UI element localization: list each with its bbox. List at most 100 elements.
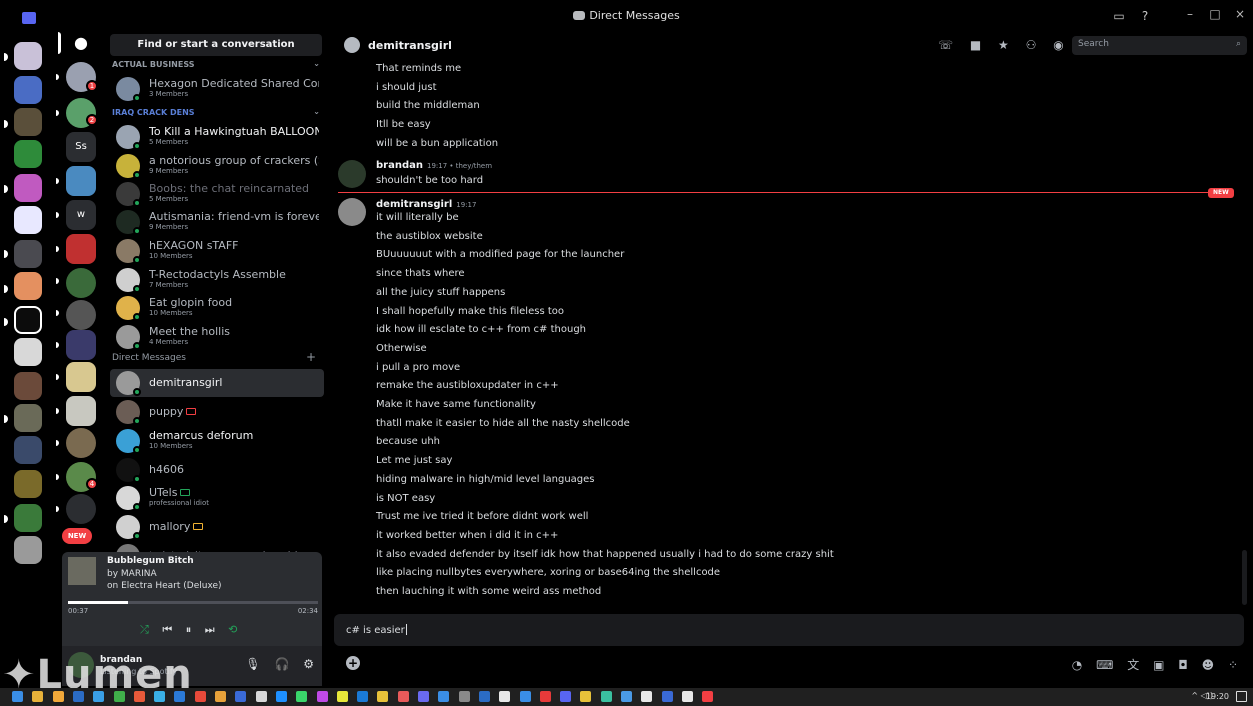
server-icon[interactable] <box>14 140 42 168</box>
server-icon[interactable] <box>14 174 42 202</box>
gear-icon[interactable]: ⚙ <box>303 657 314 671</box>
taskbar-app-icon[interactable] <box>72 691 84 702</box>
server-icon[interactable] <box>14 536 42 564</box>
taskbar-app-icon[interactable] <box>113 691 125 702</box>
server-icon[interactable] <box>66 428 96 458</box>
taskbar-app-icon[interactable] <box>32 691 44 702</box>
group-dm-item[interactable]: Boobs: the chat reincarnated 5 Members <box>110 180 324 208</box>
group-dm-item[interactable]: Hexagon Dedicated Shared Com...3 Members <box>110 75 324 103</box>
group-dm-item[interactable]: Meet the hollis 4 Members <box>110 323 324 351</box>
taskbar-app-icon[interactable] <box>154 691 166 702</box>
message-author[interactable]: demitransgirl 19:17 <box>376 199 476 210</box>
server-icon-ss[interactable]: Ss <box>66 132 96 162</box>
add-dm-icon[interactable]: + <box>306 350 316 364</box>
taskbar-app-icon[interactable] <box>133 691 145 702</box>
microphone-icon[interactable]: 🎙 <box>245 657 260 671</box>
dm-item[interactable]: h4606 <box>110 456 324 484</box>
taskbar-app-icon[interactable] <box>438 691 450 702</box>
keyboard-icon[interactable]: ⌨ <box>1096 658 1113 672</box>
server-icon[interactable] <box>14 436 42 464</box>
taskbar-app-icon[interactable] <box>336 691 348 702</box>
group-dm-item[interactable]: a notorious group of crackers (S... 9 Mem… <box>110 152 324 180</box>
taskbar-app-icon[interactable] <box>702 691 714 702</box>
avatar[interactable] <box>338 198 366 226</box>
server-icon[interactable] <box>66 166 96 196</box>
taskbar-app-icon[interactable] <box>560 691 572 702</box>
taskbar-app-icon[interactable] <box>499 691 511 702</box>
server-icon[interactable] <box>14 240 42 268</box>
taskbar-app-icon[interactable] <box>661 691 673 702</box>
dm-item[interactable]: twistedsito uwu condos chiraq <box>110 542 324 552</box>
taskbar-app-icon[interactable] <box>418 691 429 702</box>
new-badge[interactable]: NEW <box>62 528 92 544</box>
avatar[interactable] <box>344 37 360 53</box>
server-icon[interactable] <box>14 404 42 432</box>
add-attachment-icon[interactable]: + <box>346 656 360 670</box>
taskbar-app-icon[interactable] <box>275 691 287 702</box>
profile-icon[interactable]: ◉ <box>1053 38 1063 52</box>
taskbar-app-icon[interactable] <box>296 691 308 702</box>
taskbar-app-icon[interactable] <box>621 691 632 702</box>
dm-item[interactable]: puppy <box>110 398 324 426</box>
shuffle-icon[interactable]: ⤮ <box>140 623 149 636</box>
taskbar-app-icon[interactable] <box>174 691 186 702</box>
avatar[interactable] <box>68 652 94 678</box>
dm-item[interactable]: UTels professional idiot <box>110 484 324 512</box>
server-icon[interactable] <box>14 504 42 532</box>
call-icon[interactable]: ☏ <box>938 38 953 52</box>
taskbar-app-icon[interactable] <box>397 691 409 702</box>
help-icon[interactable]: ? <box>1137 8 1153 24</box>
sticker-icon[interactable]: ◘ <box>1178 658 1188 672</box>
server-icon[interactable] <box>14 272 42 300</box>
category-header[interactable]: ACTUAL BUSINESS ⌄ <box>112 59 322 69</box>
server-icon[interactable] <box>14 108 42 136</box>
apps-icon[interactable]: ⁘ <box>1228 658 1238 672</box>
taskbar-app-icon[interactable] <box>641 691 653 702</box>
emoji-icon[interactable]: ☻ <box>1202 658 1215 672</box>
taskbar-app-icon[interactable] <box>357 691 369 702</box>
server-icon[interactable] <box>66 396 96 426</box>
server-icon[interactable] <box>66 362 96 392</box>
song-title[interactable]: Bubblegum Bitch <box>107 556 194 566</box>
server-icon[interactable] <box>66 234 96 264</box>
pause-icon[interactable]: ⏸ <box>186 623 192 636</box>
taskbar-app-icon[interactable] <box>580 691 592 702</box>
activity-icon[interactable]: ◔ <box>1072 658 1082 672</box>
avatar[interactable] <box>338 160 366 188</box>
search-input[interactable]: Search ⌕ <box>1072 36 1247 55</box>
find-conversation-button[interactable]: Find or start a conversation <box>110 34 322 56</box>
taskbar-app-icon[interactable] <box>235 691 247 702</box>
close-button[interactable]: × <box>1230 7 1250 21</box>
scrollbar[interactable] <box>1242 550 1247 605</box>
taskbar-app-icon[interactable] <box>681 691 693 702</box>
group-dm-item[interactable]: Eat glopin food 10 Members <box>110 294 324 322</box>
group-dm-item[interactable]: Autismania: friend-vm is forever 9 Member… <box>110 208 324 236</box>
dm-item[interactable]: mallory <box>110 513 324 541</box>
group-dm-item[interactable]: To Kill a Hawkingtuah BALLOON... 5 Member… <box>110 123 324 151</box>
taskbar-app-icon[interactable] <box>539 691 551 702</box>
dm-item[interactable]: demarcus deforum 10 Members <box>110 427 324 455</box>
progress-bar[interactable] <box>68 601 318 604</box>
server-icon[interactable] <box>66 300 96 330</box>
dm-item[interactable]: demitransgirl <box>110 369 324 397</box>
server-icon[interactable] <box>14 338 42 366</box>
server-icon[interactable] <box>14 470 42 498</box>
message-input[interactable]: c# is easier <box>334 614 1244 646</box>
taskbar-app-icon[interactable] <box>478 691 490 702</box>
server-icon[interactable] <box>14 206 42 234</box>
category-header[interactable]: IRAQ CRACK DENS ⌄ <box>112 107 322 117</box>
server-icon[interactable] <box>14 76 42 104</box>
chat-recipient[interactable]: demitransgirl <box>368 39 452 52</box>
inbox-icon[interactable]: ▭ <box>1111 8 1127 24</box>
taskbar-app-icon[interactable] <box>600 691 612 702</box>
add-friend-icon[interactable]: ⚇ <box>1026 38 1037 52</box>
server-icon-w[interactable]: w <box>66 200 96 230</box>
clock[interactable]: 19:20 <box>1206 692 1229 701</box>
taskbar-app-icon[interactable] <box>215 691 226 702</box>
group-dm-item[interactable]: T-Rectodactyls Assemble 7 Members <box>110 266 324 294</box>
server-icon[interactable] <box>14 372 42 400</box>
minimize-button[interactable]: – <box>1180 7 1200 21</box>
start-icon[interactable] <box>12 691 23 702</box>
taskbar-app-icon[interactable] <box>194 691 206 702</box>
server-icon[interactable] <box>14 42 42 70</box>
